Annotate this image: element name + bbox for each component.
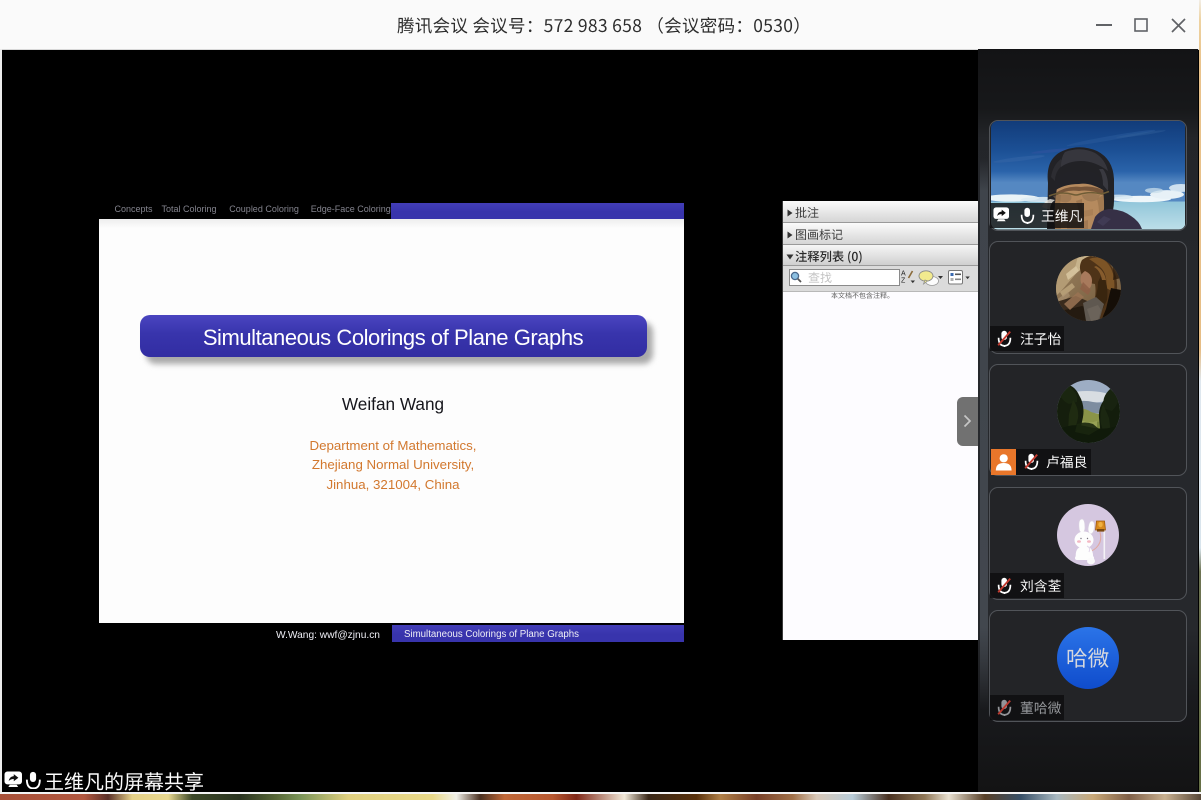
svg-text:Z: Z: [901, 278, 906, 285]
svg-text:A: A: [901, 271, 906, 278]
